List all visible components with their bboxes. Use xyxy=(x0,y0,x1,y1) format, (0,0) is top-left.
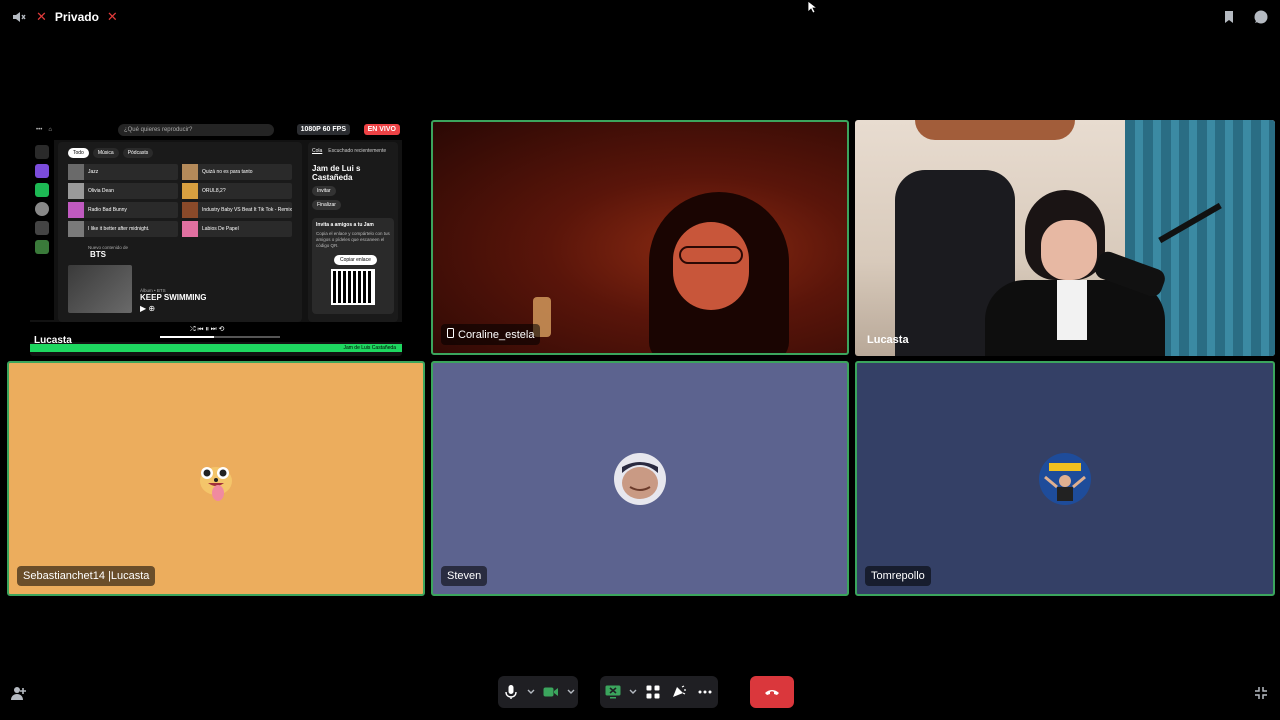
camera-tile-coraline[interactable]: Coraline_estela xyxy=(431,120,849,355)
section-subtitle: Nuevo contenido de xyxy=(88,245,129,250)
invite-title: Invita a amigos a tu Jam xyxy=(316,222,374,228)
hang-up-icon[interactable] xyxy=(750,676,794,708)
grid-item: Jazz xyxy=(68,164,178,180)
phone-icon xyxy=(447,328,454,341)
pet-avatar-icon xyxy=(190,453,242,505)
participant-name: Lucasta xyxy=(867,334,909,346)
album-cover xyxy=(68,265,132,313)
invite-user-icon[interactable] xyxy=(10,684,28,702)
chip-podcasts: Pódcasts xyxy=(122,148,154,158)
chat-bubble-icon[interactable] xyxy=(1252,8,1270,26)
mouse-cursor-icon xyxy=(807,0,819,19)
grid-item: Labios De Papel xyxy=(182,221,292,237)
call-controls xyxy=(0,672,1280,712)
share-activities-group xyxy=(600,676,718,708)
participant-name-tag: Steven xyxy=(441,566,488,586)
tab-queue: Cola xyxy=(312,148,323,154)
playlist-icon xyxy=(35,183,49,197)
call-header: ✕ Privado ✕ xyxy=(0,0,1280,32)
guitars xyxy=(915,120,1075,140)
spotify-home: Todo Música Pódcasts Jazz Quizá no es pa… xyxy=(58,142,302,322)
user-avatar-icon xyxy=(614,452,666,505)
playlist-icon xyxy=(35,221,49,235)
video-camera-icon[interactable] xyxy=(538,676,564,708)
home-icon: ⌂ xyxy=(48,127,52,133)
participant-name: Lucasta xyxy=(30,334,72,346)
player-controls-icon: ⤮ ⏮ ⏸ ⏭ ⟲ xyxy=(190,326,225,333)
avatar-tile-sebastianchet14[interactable]: Sebastianchet14 |Lucasta xyxy=(7,361,425,596)
library-icon xyxy=(35,145,49,159)
channel-header: ✕ Privado ✕ xyxy=(10,8,118,26)
invite-box: Invita a amigos a tu Jam Copia el enlace… xyxy=(312,218,394,314)
live-badge: EN VIVO xyxy=(363,124,400,135)
x-mark-icon: ✕ xyxy=(36,9,47,24)
grid-item: Radio Bad Bunny xyxy=(68,202,178,218)
jam-title: Jam de Lui s Castañeda xyxy=(312,164,361,182)
activities-icon[interactable] xyxy=(640,676,666,708)
invite-pill: Invitar xyxy=(312,186,336,196)
speaker-muted-icon[interactable] xyxy=(10,8,28,26)
channel-name: Privado xyxy=(54,10,99,24)
screen-share-icon[interactable] xyxy=(600,676,626,708)
finish-pill: Finalizar xyxy=(312,200,341,210)
album-title: KEEP SWIMMING xyxy=(140,293,207,302)
copy-link-button: Copiar enlace xyxy=(334,255,377,265)
invite-text: Copia el enlace y compártelo con tus ami… xyxy=(316,231,390,248)
participant-name-tag: Sebastianchet14 |Lucasta xyxy=(17,566,156,586)
spotify-nav xyxy=(30,140,54,320)
voice-video-group xyxy=(498,676,578,708)
microphone-icon[interactable] xyxy=(498,676,524,708)
soundboard-icon[interactable] xyxy=(666,676,692,708)
jam-bar: Jam de Luis Castañeda xyxy=(30,344,402,352)
qr-code-icon xyxy=(331,269,375,305)
grid-item: Quizá no es para tanto xyxy=(182,164,292,180)
chevron-down-icon[interactable] xyxy=(524,676,538,708)
avatar-tile-tomrepollo[interactable]: Tomrepollo xyxy=(855,361,1275,596)
logo-avatar-icon xyxy=(1039,452,1091,505)
artist-icon xyxy=(35,202,49,216)
grid-item: I like it better after midnight. xyxy=(68,221,178,237)
section-title: BTS xyxy=(90,250,106,259)
more-icon[interactable] xyxy=(692,676,718,708)
grid-item: Olivia Dean xyxy=(68,183,178,199)
playback-progress xyxy=(160,336,280,338)
spotify-search: ¿Qué quieres reproducir? xyxy=(117,124,274,136)
avatar-tile-steven[interactable]: Steven xyxy=(431,361,849,596)
participant-name-tag: Coraline_estela xyxy=(441,324,541,345)
liked-songs-icon xyxy=(35,164,49,178)
chevron-down-icon[interactable] xyxy=(564,676,578,708)
bookmark-icon[interactable] xyxy=(1220,8,1238,26)
chip-music: Música xyxy=(92,148,119,158)
fullscreen-exit-icon[interactable] xyxy=(1252,684,1270,702)
x-mark-icon: ✕ xyxy=(106,9,118,24)
stream-quality-badge: 1080P 60 FPS xyxy=(296,124,350,135)
play-icon: ▶ ⊕ xyxy=(140,304,156,313)
grid-item: ORUL8,2? xyxy=(182,183,292,199)
spotify-jam-panel: Cola Escuchado recientemente Jam de Lui … xyxy=(308,142,398,322)
tab-recent: Escuchado recientemente xyxy=(328,148,387,154)
camera-tile-lucasta[interactable]: Lucasta xyxy=(855,120,1275,356)
more-icon: ••• xyxy=(36,127,43,133)
spotify-player: ⤮ ⏮ ⏸ ⏭ ⟲ xyxy=(30,322,402,342)
screenshare-tile[interactable]: ••• ⌂ ¿Qué quieres reproducir? 1080P 60 … xyxy=(30,120,402,356)
chip-all: Todo xyxy=(68,148,89,158)
chevron-down-icon[interactable] xyxy=(626,676,640,708)
participant-name-tag: Tomrepollo xyxy=(865,566,931,586)
grid-item: Industry Baby VS Beat It Tik Tok - Remix xyxy=(182,202,292,218)
playlist-icon xyxy=(35,240,49,254)
